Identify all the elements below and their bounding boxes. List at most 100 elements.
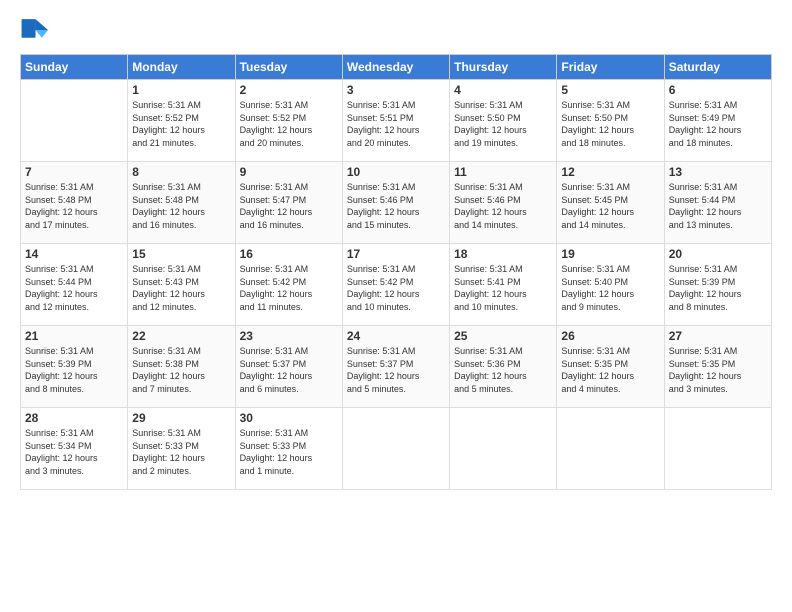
day-number: 27 <box>669 329 767 343</box>
week-row-1: 7 Sunrise: 5:31 AMSunset: 5:48 PMDaylight… <box>21 162 772 244</box>
calendar-header-friday: Friday <box>557 55 664 80</box>
calendar-cell: 27 Sunrise: 5:31 AMSunset: 5:35 PMDayligh… <box>664 326 771 408</box>
day-number: 18 <box>454 247 552 261</box>
calendar-cell: 5 Sunrise: 5:31 AMSunset: 5:50 PMDaylight… <box>557 80 664 162</box>
calendar-cell: 13 Sunrise: 5:31 AMSunset: 5:44 PMDayligh… <box>664 162 771 244</box>
calendar-cell <box>21 80 128 162</box>
calendar-cell: 20 Sunrise: 5:31 AMSunset: 5:39 PMDayligh… <box>664 244 771 326</box>
calendar-cell <box>664 408 771 490</box>
calendar-header-monday: Monday <box>128 55 235 80</box>
day-number: 21 <box>25 329 123 343</box>
logo-icon <box>20 16 48 44</box>
cell-info: Sunrise: 5:31 AMSunset: 5:50 PMDaylight:… <box>454 99 552 149</box>
cell-info: Sunrise: 5:31 AMSunset: 5:41 PMDaylight:… <box>454 263 552 313</box>
cell-info: Sunrise: 5:31 AMSunset: 5:35 PMDaylight:… <box>561 345 659 395</box>
cell-info: Sunrise: 5:31 AMSunset: 5:36 PMDaylight:… <box>454 345 552 395</box>
calendar-cell: 12 Sunrise: 5:31 AMSunset: 5:45 PMDayligh… <box>557 162 664 244</box>
cell-info: Sunrise: 5:31 AMSunset: 5:48 PMDaylight:… <box>25 181 123 231</box>
cell-info: Sunrise: 5:31 AMSunset: 5:37 PMDaylight:… <box>347 345 445 395</box>
day-number: 26 <box>561 329 659 343</box>
calendar-cell: 11 Sunrise: 5:31 AMSunset: 5:46 PMDayligh… <box>450 162 557 244</box>
logo <box>20 16 52 44</box>
calendar-cell: 30Sunrise: 5:31 AMSunset: 5:33 PMDayligh… <box>235 408 342 490</box>
calendar-cell: 18 Sunrise: 5:31 AMSunset: 5:41 PMDayligh… <box>450 244 557 326</box>
cell-info: Sunrise: 5:31 AMSunset: 5:52 PMDaylight:… <box>240 99 338 149</box>
calendar-cell: 25 Sunrise: 5:31 AMSunset: 5:36 PMDayligh… <box>450 326 557 408</box>
day-number: 19 <box>561 247 659 261</box>
day-number: 14 <box>25 247 123 261</box>
cell-info: Sunrise: 5:31 AMSunset: 5:39 PMDaylight:… <box>669 263 767 313</box>
cell-info: Sunrise: 5:31 AMSunset: 5:39 PMDaylight:… <box>25 345 123 395</box>
day-number: 4 <box>454 83 552 97</box>
day-number: 28 <box>25 411 123 425</box>
day-number: 22 <box>132 329 230 343</box>
calendar-cell: 3 Sunrise: 5:31 AMSunset: 5:51 PMDaylight… <box>342 80 449 162</box>
page: SundayMondayTuesdayWednesdayThursdayFrid… <box>0 0 792 612</box>
calendar-cell <box>557 408 664 490</box>
cell-info: Sunrise: 5:31 AMSunset: 5:40 PMDaylight:… <box>561 263 659 313</box>
calendar-cell: 7 Sunrise: 5:31 AMSunset: 5:48 PMDaylight… <box>21 162 128 244</box>
day-number: 7 <box>25 165 123 179</box>
day-number: 13 <box>669 165 767 179</box>
cell-info: Sunrise: 5:31 AMSunset: 5:44 PMDaylight:… <box>25 263 123 313</box>
cell-info: Sunrise: 5:31 AMSunset: 5:44 PMDaylight:… <box>669 181 767 231</box>
calendar-cell: 19 Sunrise: 5:31 AMSunset: 5:40 PMDayligh… <box>557 244 664 326</box>
calendar-cell: 24 Sunrise: 5:31 AMSunset: 5:37 PMDayligh… <box>342 326 449 408</box>
calendar-header-row: SundayMondayTuesdayWednesdayThursdayFrid… <box>21 55 772 80</box>
calendar-cell <box>450 408 557 490</box>
calendar-cell <box>342 408 449 490</box>
day-number: 2 <box>240 83 338 97</box>
day-number: 24 <box>347 329 445 343</box>
calendar-cell: 6 Sunrise: 5:31 AMSunset: 5:49 PMDaylight… <box>664 80 771 162</box>
calendar-cell: 15 Sunrise: 5:31 AMSunset: 5:43 PMDayligh… <box>128 244 235 326</box>
calendar-header-tuesday: Tuesday <box>235 55 342 80</box>
week-row-3: 21 Sunrise: 5:31 AMSunset: 5:39 PMDayligh… <box>21 326 772 408</box>
day-number: 16 <box>240 247 338 261</box>
day-number: 1 <box>132 83 230 97</box>
calendar-cell: 1Sunrise: 5:31 AMSunset: 5:52 PMDaylight… <box>128 80 235 162</box>
calendar-cell: 28 Sunrise: 5:31 AMSunset: 5:34 PMDayligh… <box>21 408 128 490</box>
week-row-4: 28 Sunrise: 5:31 AMSunset: 5:34 PMDayligh… <box>21 408 772 490</box>
calendar-cell: 23Sunrise: 5:31 AMSunset: 5:37 PMDayligh… <box>235 326 342 408</box>
day-number: 5 <box>561 83 659 97</box>
day-number: 11 <box>454 165 552 179</box>
cell-info: Sunrise: 5:31 AMSunset: 5:47 PMDaylight:… <box>240 181 338 231</box>
cell-info: Sunrise: 5:31 AMSunset: 5:46 PMDaylight:… <box>454 181 552 231</box>
calendar-header-saturday: Saturday <box>664 55 771 80</box>
day-number: 10 <box>347 165 445 179</box>
cell-info: Sunrise: 5:31 AMSunset: 5:38 PMDaylight:… <box>132 345 230 395</box>
calendar-cell: 9 Sunrise: 5:31 AMSunset: 5:47 PMDaylight… <box>235 162 342 244</box>
day-number: 15 <box>132 247 230 261</box>
calendar-cell: 4 Sunrise: 5:31 AMSunset: 5:50 PMDaylight… <box>450 80 557 162</box>
cell-info: Sunrise: 5:31 AMSunset: 5:43 PMDaylight:… <box>132 263 230 313</box>
calendar-cell: 17 Sunrise: 5:31 AMSunset: 5:42 PMDayligh… <box>342 244 449 326</box>
day-number: 29 <box>132 411 230 425</box>
cell-info: Sunrise: 5:31 AMSunset: 5:50 PMDaylight:… <box>561 99 659 149</box>
cell-info: Sunrise: 5:31 AMSunset: 5:51 PMDaylight:… <box>347 99 445 149</box>
day-number: 3 <box>347 83 445 97</box>
calendar-header-sunday: Sunday <box>21 55 128 80</box>
cell-info: Sunrise: 5:31 AMSunset: 5:42 PMDaylight:… <box>347 263 445 313</box>
calendar-cell: 22 Sunrise: 5:31 AMSunset: 5:38 PMDayligh… <box>128 326 235 408</box>
calendar-cell: 14 Sunrise: 5:31 AMSunset: 5:44 PMDayligh… <box>21 244 128 326</box>
day-number: 9 <box>240 165 338 179</box>
cell-info: Sunrise: 5:31 AMSunset: 5:42 PMDaylight:… <box>240 263 338 313</box>
calendar-cell: 8Sunrise: 5:31 AMSunset: 5:48 PMDaylight… <box>128 162 235 244</box>
cell-info: Sunrise: 5:31 AMSunset: 5:34 PMDaylight:… <box>25 427 123 477</box>
calendar-cell: 10Sunrise: 5:31 AMSunset: 5:46 PMDayligh… <box>342 162 449 244</box>
calendar: SundayMondayTuesdayWednesdayThursdayFrid… <box>20 54 772 490</box>
calendar-cell: 29Sunrise: 5:31 AMSunset: 5:33 PMDayligh… <box>128 408 235 490</box>
cell-info: Sunrise: 5:31 AMSunset: 5:49 PMDaylight:… <box>669 99 767 149</box>
day-number: 17 <box>347 247 445 261</box>
calendar-header-wednesday: Wednesday <box>342 55 449 80</box>
day-number: 25 <box>454 329 552 343</box>
cell-info: Sunrise: 5:31 AMSunset: 5:35 PMDaylight:… <box>669 345 767 395</box>
cell-info: Sunrise: 5:31 AMSunset: 5:45 PMDaylight:… <box>561 181 659 231</box>
header <box>20 16 772 44</box>
calendar-cell: 21 Sunrise: 5:31 AMSunset: 5:39 PMDayligh… <box>21 326 128 408</box>
day-number: 12 <box>561 165 659 179</box>
day-number: 20 <box>669 247 767 261</box>
calendar-header-thursday: Thursday <box>450 55 557 80</box>
day-number: 6 <box>669 83 767 97</box>
calendar-cell: 16 Sunrise: 5:31 AMSunset: 5:42 PMDayligh… <box>235 244 342 326</box>
